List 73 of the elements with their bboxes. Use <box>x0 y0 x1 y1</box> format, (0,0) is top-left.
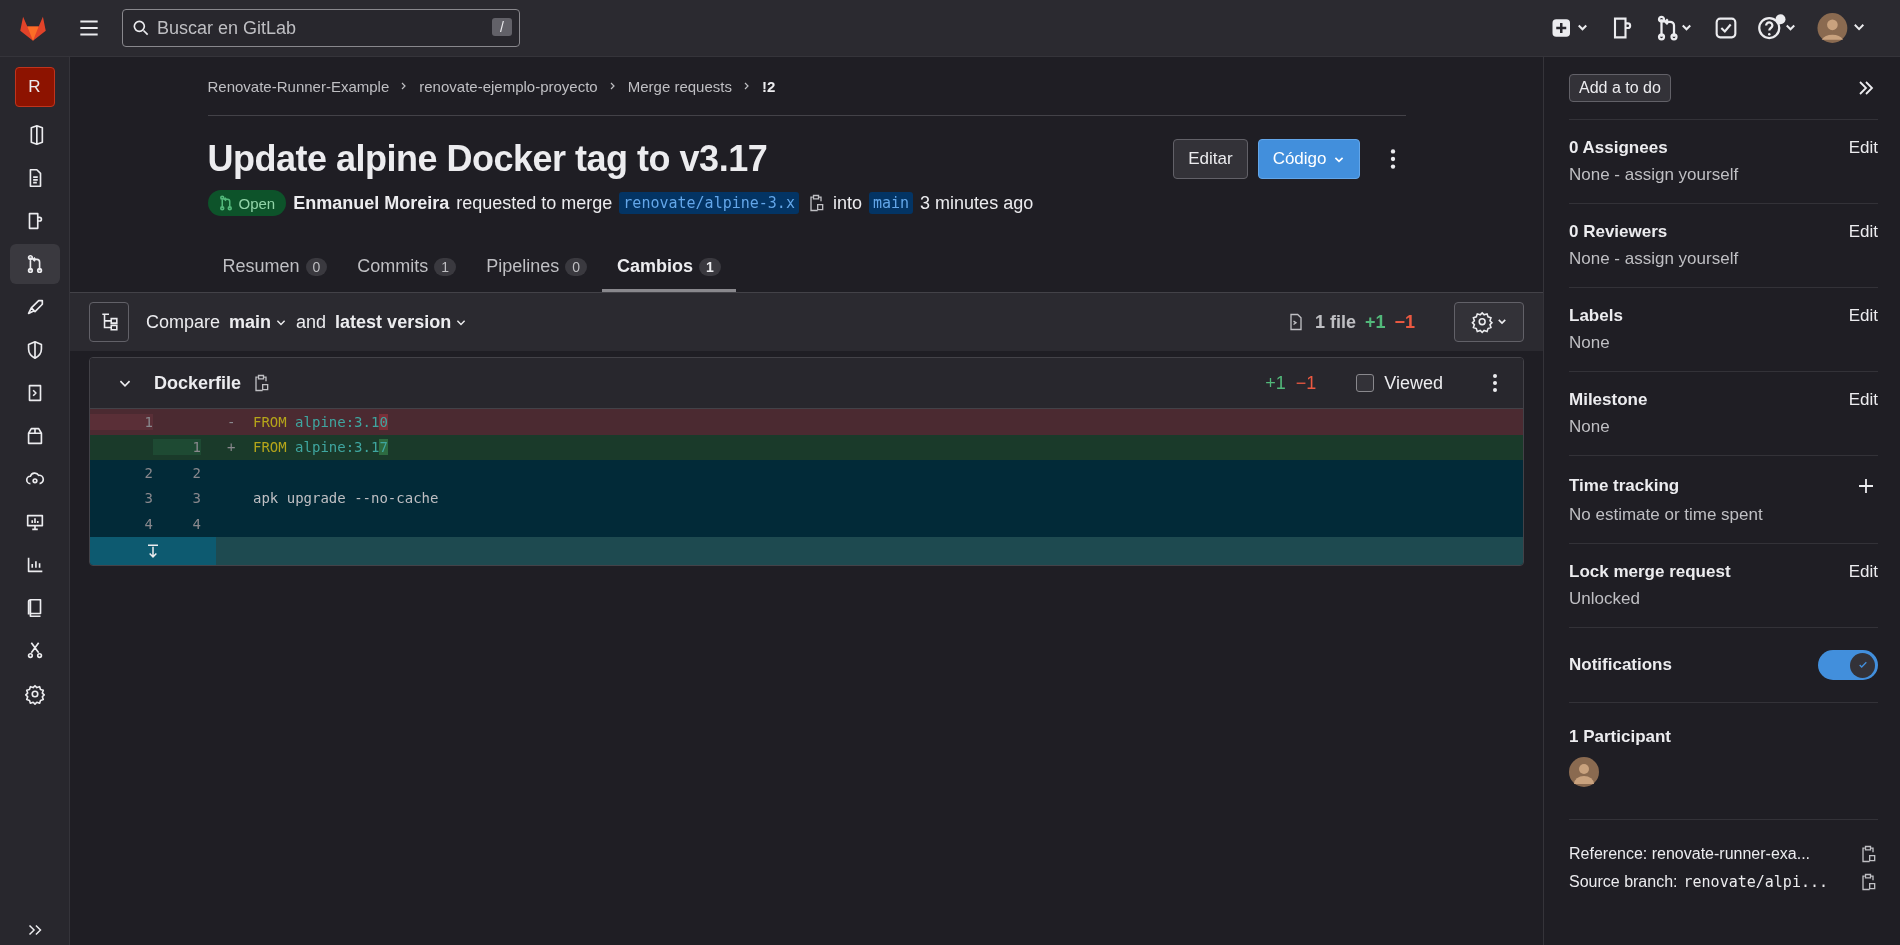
section-title: Labels <box>1569 306 1623 326</box>
edit-button[interactable]: Editar <box>1173 139 1248 179</box>
tab[interactable]: Commits 1 <box>342 244 472 292</box>
search-icon <box>131 18 151 38</box>
page-title: Update alpine Docker tag to v3.17 <box>207 138 769 180</box>
section-title: Lock merge request <box>1569 562 1731 582</box>
section-title: 1 Participant <box>1569 727 1673 747</box>
section-value: Unlocked <box>1569 589 1641 609</box>
tab[interactable]: Pipelines 0 <box>471 244 602 292</box>
line-number: 4 <box>144 515 153 532</box>
edit-link[interactable]: Edit <box>1848 222 1878 242</box>
section-title: 0 Assignees <box>1569 138 1668 158</box>
avatar-icon[interactable] <box>1569 757 1599 787</box>
section-title: Time tracking <box>1569 476 1680 496</box>
line-number: 2 <box>144 464 153 481</box>
section-title: Milestone <box>1569 390 1648 410</box>
line-number: 1 <box>192 439 201 456</box>
section-value: None - assign yourself <box>1569 165 1740 185</box>
section-value: None - assign yourself <box>1569 249 1740 269</box>
branch-link[interactable]: renovate/alpine-3.x <box>619 192 799 214</box>
settings-icon <box>23 683 46 705</box>
edit-link[interactable]: Edit <box>1848 562 1878 582</box>
line-number: 3 <box>144 490 153 507</box>
line-number: 4 <box>192 515 201 532</box>
section-value: None <box>1569 333 1611 353</box>
shortcut-key: / <box>492 18 512 36</box>
source-branch-value: renovate/alpi... <box>1683 873 1828 891</box>
notifications-toggle[interactable] <box>1818 650 1878 680</box>
added-count: +1 <box>1364 311 1386 333</box>
breadcrumb-link[interactable]: renovate-ejemplo-proyecto <box>419 77 598 95</box>
viewed-checkbox[interactable] <box>1356 374 1375 392</box>
diff-sign: + <box>227 439 236 456</box>
code-line: apk upgrade --no-cache <box>253 490 439 507</box>
section-value: None <box>1569 417 1611 437</box>
file-count: 1 file <box>1314 311 1356 333</box>
breadcrumb-link[interactable]: !2 <box>761 77 776 95</box>
diff-sign: - <box>227 413 236 430</box>
edit-link[interactable]: Edit <box>1848 306 1878 326</box>
base-dropdown[interactable]: main <box>229 311 288 333</box>
source-branch-label: Source branch: <box>1569 873 1678 891</box>
compare-label: Compare <box>146 311 221 333</box>
and-label: and <box>296 311 327 333</box>
version-dropdown[interactable]: latest version <box>335 311 468 333</box>
breadcrumb-link[interactable]: Merge requests <box>627 77 732 95</box>
file-name[interactable]: Dockerfile <box>154 372 242 394</box>
line-number: 1 <box>144 413 153 430</box>
code-line: FROM alpine:3.10 <box>253 413 388 430</box>
line-number: 3 <box>192 490 201 507</box>
tab[interactable]: Resumen 0 <box>207 244 343 292</box>
reference-text: Reference: renovate-runner-exa... <box>1569 845 1810 863</box>
time-text: 3 minutes ago <box>920 192 1034 214</box>
into-text: into <box>832 192 862 214</box>
add-todo-button[interactable]: Add a to do <box>1569 74 1671 102</box>
line-number: 2 <box>192 464 201 481</box>
viewed-label[interactable]: Viewed <box>1384 372 1443 394</box>
section-title: Notifications <box>1569 655 1672 675</box>
removed-count: −1 <box>1394 311 1415 333</box>
author-link[interactable]: Enmanuel Moreira <box>293 192 450 214</box>
section-value: No estimate or time spent <box>1569 505 1764 525</box>
added-count: +1 <box>1265 372 1286 394</box>
code-line: FROM alpine:3.17 <box>253 439 388 456</box>
edit-link[interactable]: Edit <box>1848 138 1878 158</box>
edit-link[interactable]: Edit <box>1848 390 1878 410</box>
merge-text: requested to merge <box>456 192 613 214</box>
breadcrumb-link[interactable]: Renovate-Runner-Example <box>207 77 390 95</box>
project-avatar[interactable]: R <box>14 67 55 107</box>
settings-button[interactable] <box>1454 302 1524 342</box>
section-title: 0 Reviewers <box>1569 222 1668 242</box>
nav-item[interactable] <box>9 244 60 284</box>
branch-link[interactable]: main <box>868 192 914 214</box>
removed-count: −1 <box>1295 372 1317 394</box>
file-tree-icon[interactable] <box>89 302 129 342</box>
status-badge: Open <box>207 190 287 216</box>
